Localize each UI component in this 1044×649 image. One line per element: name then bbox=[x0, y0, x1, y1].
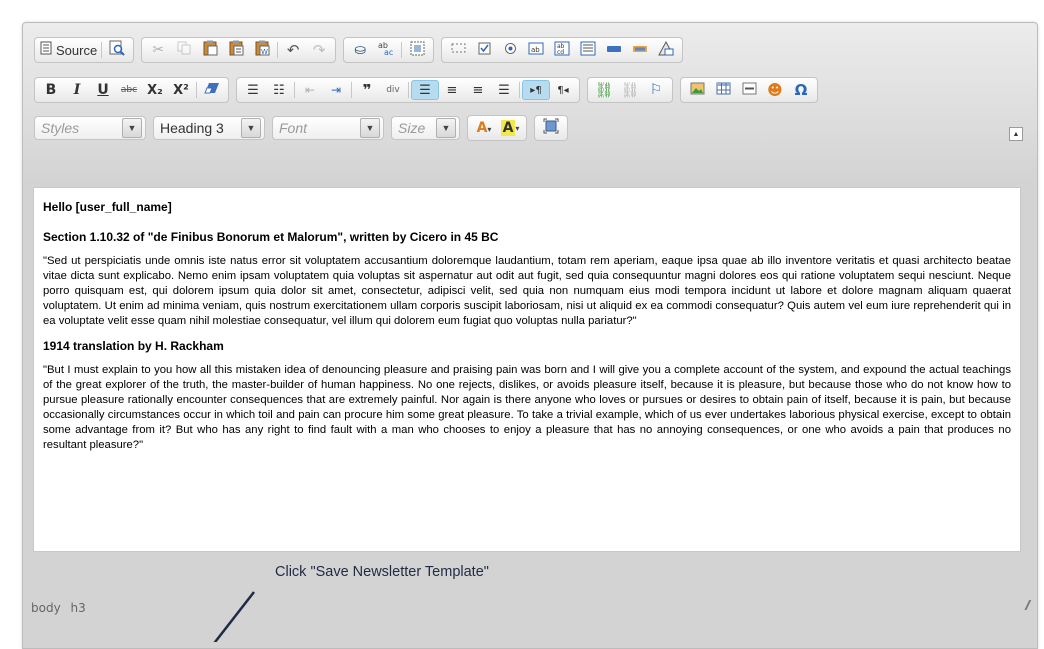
annotation-pointer-line bbox=[213, 591, 255, 642]
